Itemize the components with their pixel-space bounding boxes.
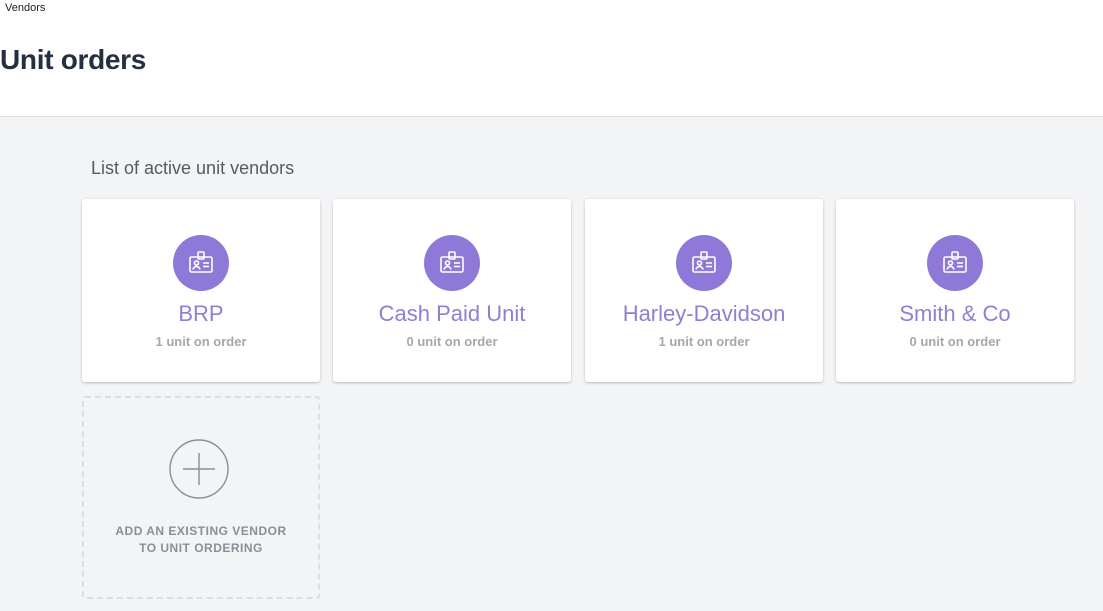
id-badge-icon: [927, 235, 983, 291]
add-vendor-card[interactable]: ADD AN EXISTING VENDOR TO UNIT ORDERING: [82, 396, 320, 599]
page-title: Unit orders: [0, 44, 147, 75]
vendor-card-brp[interactable]: BRP 1 unit on order: [82, 199, 320, 382]
vendor-name: Smith & Co: [899, 301, 1011, 326]
vendor-card-harley-davidson[interactable]: Harley-Davidson 1 unit on order: [585, 199, 823, 382]
id-badge-icon: [173, 235, 229, 291]
vendor-card-cash-paid-unit[interactable]: Cash Paid Unit 0 unit on order: [333, 199, 571, 382]
id-badge-icon: [676, 235, 732, 291]
header: Vendors Unit orders: [0, 0, 1103, 117]
vendor-order-count: 0 unit on order: [909, 334, 1001, 349]
add-vendor-label: ADD AN EXISTING VENDOR TO UNIT ORDERING: [115, 524, 287, 555]
breadcrumb[interactable]: Vendors: [5, 1, 45, 15]
vendor-order-count: 1 unit on order: [658, 334, 750, 349]
vendor-name: Harley-Davidson: [622, 301, 786, 326]
section-title: List of active unit vendors: [91, 158, 295, 178]
vendor-order-count: 1 unit on order: [155, 334, 247, 349]
vendor-name: BRP: [178, 301, 224, 326]
vendor-name: Cash Paid Unit: [378, 301, 526, 326]
plus-circle-icon: [169, 439, 229, 499]
vendor-card-smith-and-co[interactable]: Smith & Co 0 unit on order: [836, 199, 1074, 382]
vendor-order-count: 0 unit on order: [406, 334, 498, 349]
id-badge-icon: [424, 235, 480, 291]
